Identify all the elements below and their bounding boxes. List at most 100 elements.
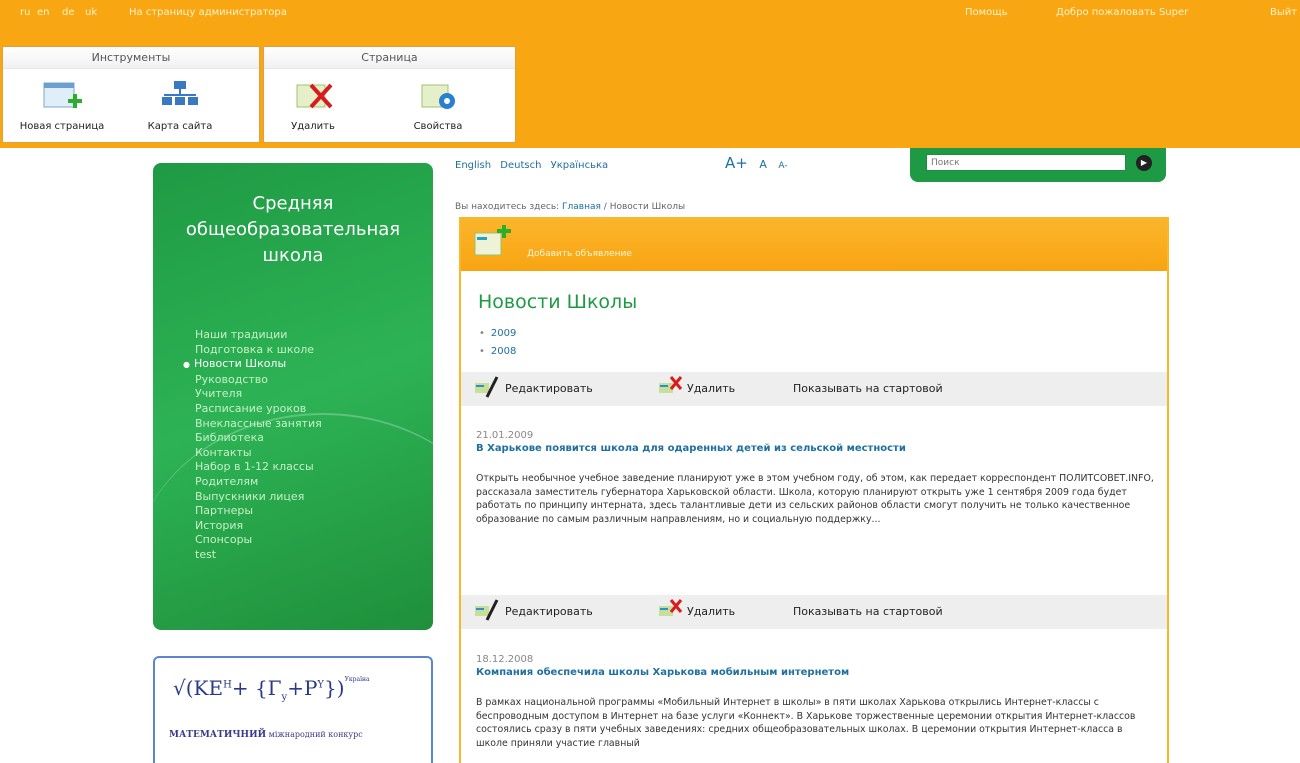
breadcrumb-current: / Новости Школы [603,202,686,212]
news-date: 21.01.2009 [476,430,534,441]
delete-button[interactable]: Удалить [687,382,735,395]
search-input[interactable] [926,154,1126,171]
sitemap-icon [156,79,204,115]
banner-caption: МАТЕМАТИЧНИЙ міжнародний конкурс [169,730,363,740]
sidebar-item-school-news[interactable]: Новости Школы [183,357,322,373]
sidebar-item-schedule[interactable]: Расписание уроков [195,402,322,417]
properties-label: Свойства [413,121,463,132]
sitemap-button[interactable]: Карта сайта [130,79,230,132]
sidebar-item-teachers[interactable]: Учителя [195,387,322,402]
sidebar-item-library[interactable]: Библиотека [195,431,322,446]
delete-page-button[interactable]: Удалить [263,79,363,132]
language-switcher: English Deutsch Українська [455,160,614,171]
sidebar-nav: Наши традиции Подготовка к школе Новости… [194,328,322,563]
school-title-line: школа [262,245,324,266]
logout-link[interactable]: Выйт [1270,7,1297,18]
news-body: В рамках национальной программы «Мобильн… [476,697,1136,749]
help-link[interactable]: Помощь [965,7,1008,18]
formula-part: + {Γ [231,676,282,700]
formula-sup: H [223,679,232,691]
lang-ru-link[interactable]: ru [20,7,30,18]
search-go-icon[interactable]: ▶ [1136,155,1152,171]
lang-uk-link[interactable]: uk [85,7,97,18]
sidebar-item-extracurricular[interactable]: Внеклассные занятия [195,417,322,432]
news-date: 18.12.2008 [476,654,534,665]
lang-ukrainian-link[interactable]: Українська [551,160,609,171]
sidebar-item-traditions[interactable]: Наши традиции [195,328,322,343]
formula-part: +P [287,676,318,700]
show-on-start-button[interactable]: Показывать на стартовой [793,382,943,395]
delete-button[interactable]: Удалить [687,605,735,618]
tools-group-title: Инструменты [3,47,259,69]
news-body: Открыть необычное учебное заведение план… [476,473,1154,525]
sidebar-item-enrollment[interactable]: Набор в 1-12 классы [195,460,322,475]
edit-icon [475,376,499,398]
delete-page-icon [289,79,337,115]
lang-deutsch-link[interactable]: Deutsch [500,160,541,171]
tools-group: Инструменты Новая страница Карта сайта [2,46,260,143]
news-item: 18.12.2008 Компания обеспечила школы Хар… [476,654,1156,750]
properties-icon [414,79,462,115]
add-announcement-icon [474,225,511,256]
sidebar-item-sponsors[interactable]: Спонсоры [195,533,322,548]
edit-button[interactable]: Редактировать [505,605,593,618]
banner-formula: √(KEH+ {Γy+PY})Україна [173,676,370,703]
edit-button[interactable]: Редактировать [505,382,593,395]
add-announcement-label: Добавить объявление [527,249,632,259]
formula-part: }) [324,676,345,700]
properties-button[interactable]: Свойства [388,79,488,132]
school-title-line: Средняя [252,193,334,214]
font-normal-button[interactable]: A [759,158,767,171]
show-on-start-button[interactable]: Показывать на стартовой [793,605,943,618]
main-content: Добавить объявление Новости Школы 2009 2… [459,217,1169,763]
admin-topline: ru en de uk На страницу администратора П… [0,0,1300,26]
delete-icon [659,599,683,616]
delete-icon [659,376,683,393]
sidebar-item-graduates[interactable]: Выпускники лицея [195,490,322,505]
lang-english-link[interactable]: English [455,160,491,171]
breadcrumb-prefix: Вы находитесь здесь: [455,202,560,212]
year-link-2008[interactable]: 2008 [479,343,516,361]
delete-page-label: Удалить [291,121,335,132]
page-group-title: Страница [264,47,515,69]
news-title-link[interactable]: В Харькове появится школа для одаренных … [476,443,1156,454]
font-increase-button[interactable]: A+ [725,154,748,172]
sitemap-label: Карта сайта [147,121,213,132]
edit-icon [475,599,499,621]
admin-page-link[interactable]: На страницу администратора [129,7,287,18]
lang-en-link[interactable]: en [37,7,50,18]
news-item: 21.01.2009 В Харькове появится школа для… [476,430,1156,526]
font-decrease-button[interactable]: A- [778,161,787,171]
sidebar-item-management[interactable]: Руководство [195,373,322,388]
sidebar-item-parents[interactable]: Родителям [195,475,322,490]
font-size-controls: A+ A A- [725,154,796,172]
new-page-icon [38,79,86,115]
school-title: Средняя общеобразовательная школа [153,191,433,269]
sidebar-item-school-prep[interactable]: Подготовка к школе [195,343,322,358]
search-box: ▶ [910,148,1166,182]
news-action-bar: Редактировать Удалить Показывать на стар… [461,372,1167,406]
page-group: Страница Удалить Свойства [263,46,516,143]
year-link-2009[interactable]: 2009 [479,325,516,343]
formula-part: (KE [185,676,224,700]
sidebar-item-partners[interactable]: Партнеры [195,504,322,519]
add-announcement-bar[interactable]: Добавить объявление [461,219,1167,271]
formula-tiny: Україна [344,676,370,683]
breadcrumb-home-link[interactable]: Главная [562,202,601,212]
school-title-line: общеобразовательная [185,219,401,240]
year-list: 2009 2008 [479,325,516,361]
news-action-bar: Редактировать Удалить Показывать на стар… [461,595,1167,629]
breadcrumb: Вы находитесь здесь: Главная / Новости Ш… [455,202,685,212]
sidebar-item-contacts[interactable]: Контакты [195,446,322,461]
admin-bar: ru en de uk На страницу администратора П… [0,0,1300,148]
left-sidebar: Средняя общеобразовательная школа Наши т… [153,163,433,630]
new-page-button[interactable]: Новая страница [12,79,112,132]
math-contest-banner[interactable]: √(KEH+ {Γy+PY})Україна МАТЕМАТИЧНИЙ міжн… [153,656,433,763]
news-title-link[interactable]: Компания обеспечила школы Харькова мобил… [476,667,1156,678]
banner-title: МАТЕМАТИЧНИЙ [169,730,267,740]
sidebar-item-test[interactable]: test [195,548,322,563]
welcome-link[interactable]: Добро пожаловать Super [1056,7,1188,18]
lang-de-link[interactable]: de [62,7,75,18]
sidebar-item-history[interactable]: История [195,519,322,534]
page-title: Новости Школы [478,291,638,313]
